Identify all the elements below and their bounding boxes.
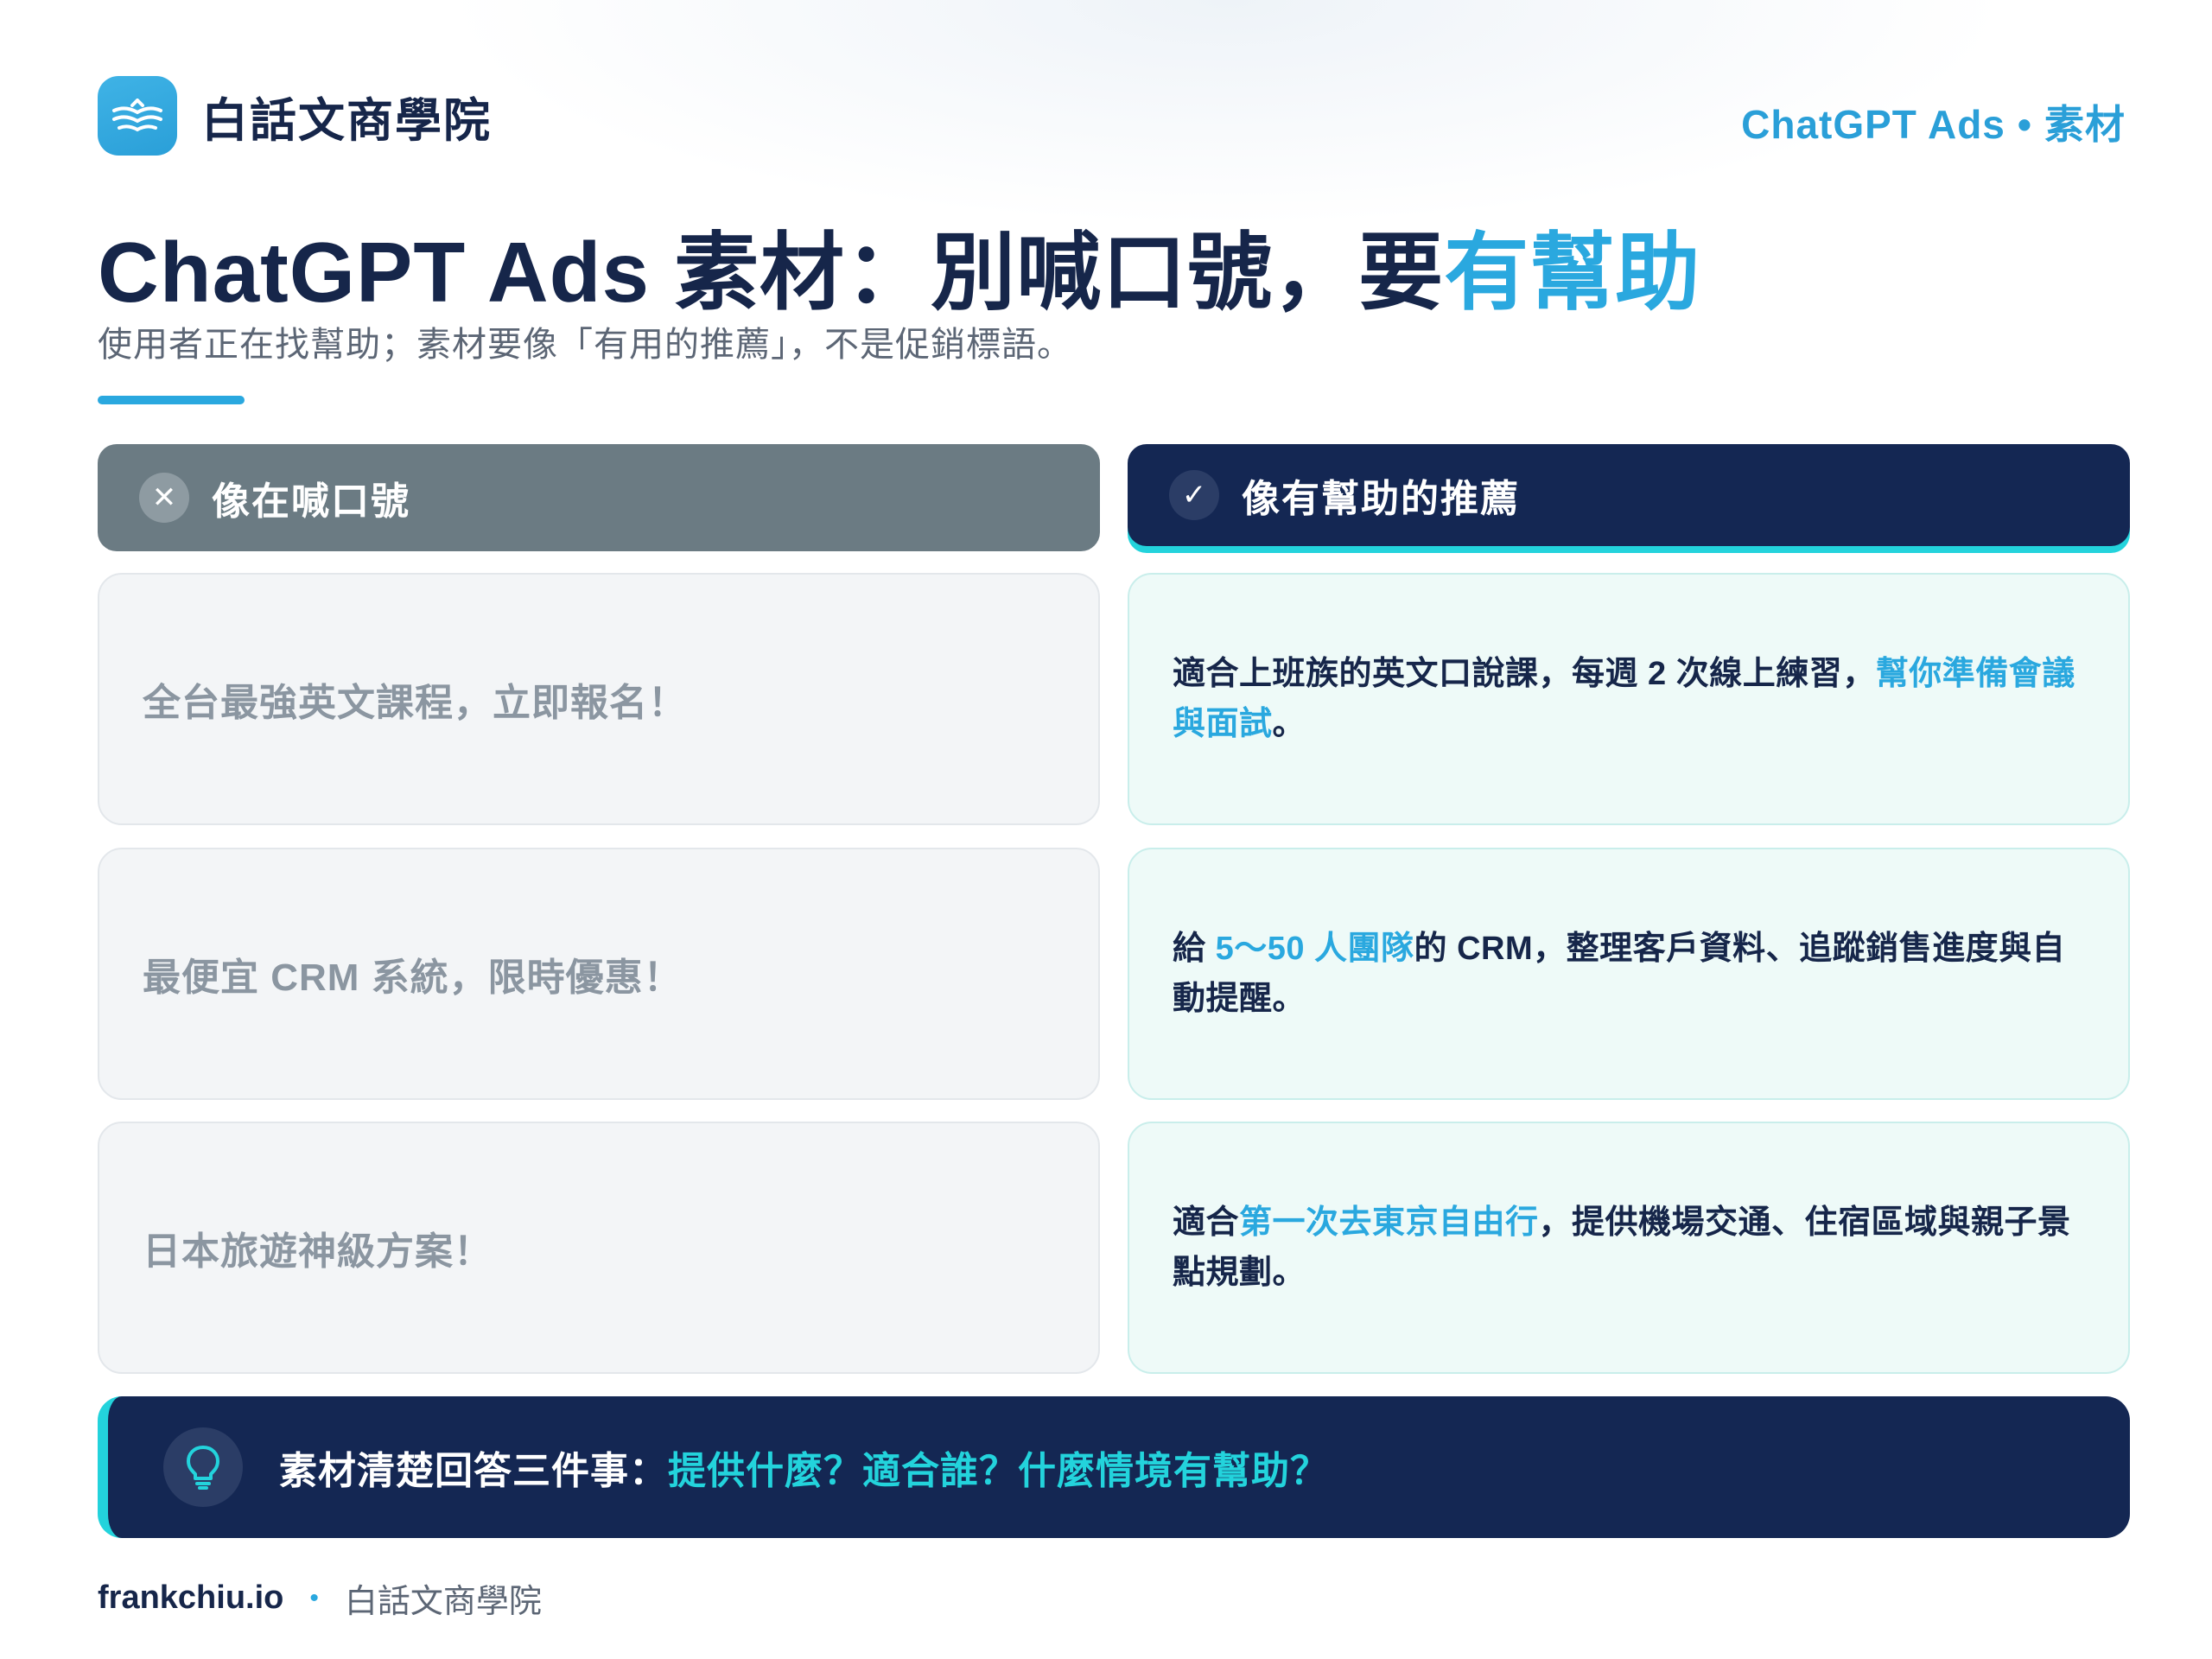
page-title-highlight: 有幫助 [1444,225,1701,320]
bad-example-card: 最便宜 CRM 系統，限時優惠！ [98,848,1100,1100]
good-example-pre: 適合 [1173,1205,1240,1241]
page-title-main: ChatGPT Ads 素材：別喊口號，要 [98,225,1445,320]
footer: frankchiu.io • 白話文商學院 [98,1574,542,1622]
good-example-card: 適合第一次去東京自由行，提供機場交通、住宿區域與親子景點規劃。 [1128,1122,2130,1374]
page-title: ChatGPT Ads 素材：別喊口號，要有幫助 [98,204,1700,327]
column-label-bad: 像在喊口號 [212,480,410,523]
lightbulb-icon [163,1427,243,1507]
good-example-pre: 給 [1173,931,1216,967]
takeaway-emphasis: 提供什麼？適合誰？什麼情境有幫助？ [668,1450,1329,1492]
topic-tag-left: ChatGPT Ads [1741,102,2005,147]
bad-example-card: 日本旅遊神級方案！ [98,1122,1100,1374]
topic-tag-dot: • [2017,102,2032,147]
brand-name: 白話文商學院 [201,94,492,147]
accent-divider [98,396,245,404]
check-icon: ✓ [1169,470,1219,520]
good-example-text: 給 5〜50 人團隊的 CRM，整理客戶資料、追蹤銷售進度與自動提醒。 [1173,924,2085,1024]
good-example-text: 適合第一次去東京自由行，提供機場交通、住宿區域與親子景點規劃。 [1173,1198,2085,1298]
cross-icon: ✕ [139,473,189,523]
good-example-text: 適合上班族的英文口說課，每週 2 次線上練習，幫你準備會議與面試。 [1173,649,2085,749]
takeaway-text: 素材清楚回答三件事：提供什麼？適合誰？什麼情境有幫助？ [279,1440,1329,1495]
good-example-card: 適合上班族的英文口說課，每週 2 次線上練習，幫你準備會議與面試。 [1128,573,2130,825]
bad-example-text: 日本旅遊神級方案！ [143,1230,493,1273]
takeaway-lead: 素材清楚回答三件事： [279,1450,668,1492]
column-label-good: 像有幫助的推薦 [1242,478,1520,520]
good-example-pre: 適合上班族的英文口說課，每週 2 次線上練習， [1173,656,1876,692]
footer-org: 白話文商學院 [344,1584,542,1620]
good-example-emphasis: 5〜50 人團隊 [1215,931,1414,967]
open-book-icon [98,76,177,156]
bad-example-text: 最便宜 CRM 系統，限時優惠！ [143,957,683,999]
bad-example-text: 全台最強英文課程，立即報名！ [143,682,687,724]
topic-tag-right: 素材 [2044,102,2126,147]
bad-example-card: 全台最強英文課程，立即報名！ [98,573,1100,825]
column-head-good: ✓ 像有幫助的推薦 [1128,444,2130,546]
takeaway-banner: 素材清楚回答三件事：提供什麼？適合誰？什麼情境有幫助？ [98,1396,2130,1538]
footer-site: frankchiu.io [98,1580,284,1616]
good-example-card: 給 5〜50 人團隊的 CRM，整理客戶資料、追蹤銷售進度與自動提醒。 [1128,848,2130,1100]
slide: 白話文商學院 ChatGPT Ads • 素材 ChatGPT Ads 素材：別喊口… [0,0,2212,1659]
brand: 白話文商學院 [98,76,492,156]
good-example-emphasis: 第一次去東京自由行 [1239,1205,1539,1241]
footer-separator: • [309,1583,319,1612]
topic-tag: ChatGPT Ads • 素材 [1741,93,2126,150]
column-head-bad: ✕ 像在喊口號 [98,444,1100,551]
page-subtitle: 使用者正在找幫助；素材要像「有用的推薦」，不是促銷標語。 [98,326,1072,364]
good-example-post: 。 [1272,706,1306,742]
